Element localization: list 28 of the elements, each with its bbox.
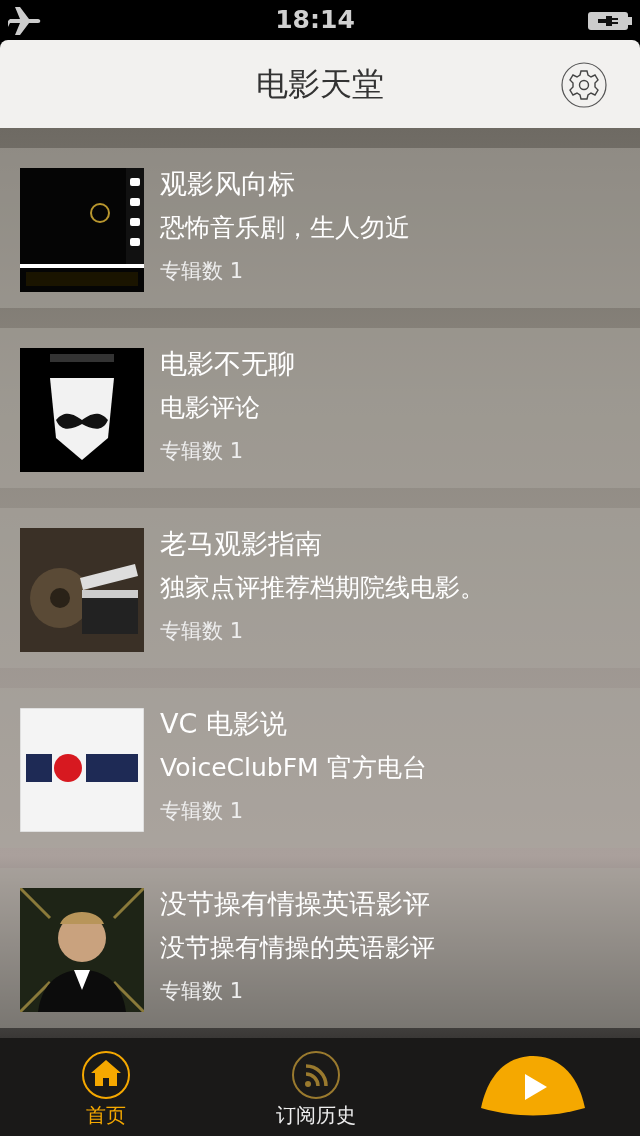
channel-description: 独家点评推荐档期院线电影。 xyxy=(160,573,485,604)
channel-description: VoiceClubFM 官方电台 xyxy=(160,753,427,784)
album-count: 专辑数 1 xyxy=(160,258,245,286)
album-count: 专辑数 1 xyxy=(160,438,245,466)
channel-title: 老马观影指南 xyxy=(160,528,323,561)
channel-row[interactable]: 没节操有情操英语影评 没节操有情操的英语影评 专辑数 1 xyxy=(0,868,640,1028)
play-button[interactable] xyxy=(481,1056,585,1118)
channel-description: 没节操有情操的英语影评 xyxy=(160,933,435,964)
screen-title: 电影天堂 xyxy=(256,64,384,105)
rss-icon xyxy=(291,1050,341,1100)
home-icon xyxy=(81,1050,131,1100)
status-time: 18:14 xyxy=(275,4,355,37)
channel-title: 电影不无聊 xyxy=(160,348,295,381)
channel-title: VC 电影说 xyxy=(160,708,288,741)
tab-button[interactable]: 首页 xyxy=(36,1050,176,1130)
settings-button[interactable] xyxy=(561,62,607,108)
channel-title: 没节操有情操英语影评 xyxy=(160,888,431,921)
channel-row[interactable]: 观影风向标 恐怖音乐剧，生人勿近 专辑数 1 xyxy=(0,148,640,308)
channel-description: 电影评论 xyxy=(160,393,261,424)
channel-title: 观影风向标 xyxy=(160,168,296,201)
channel-row[interactable]: VC 电影说 VoiceClubFM 官方电台 专辑数 1 xyxy=(0,688,640,848)
album-count: 专辑数 1 xyxy=(160,798,245,826)
album-count: 专辑数 1 xyxy=(160,618,245,646)
channel-row[interactable]: 电影不无聊 电影评论 专辑数 1 xyxy=(0,328,640,488)
album-count: 专辑数 1 xyxy=(160,978,245,1006)
channel-description: 恐怖音乐剧，生人勿近 xyxy=(160,213,410,244)
tab-button[interactable]: 订阅历史 xyxy=(246,1050,386,1130)
channel-row[interactable]: 老马观影指南 独家点评推荐档期院线电影。 专辑数 1 xyxy=(0,508,640,668)
